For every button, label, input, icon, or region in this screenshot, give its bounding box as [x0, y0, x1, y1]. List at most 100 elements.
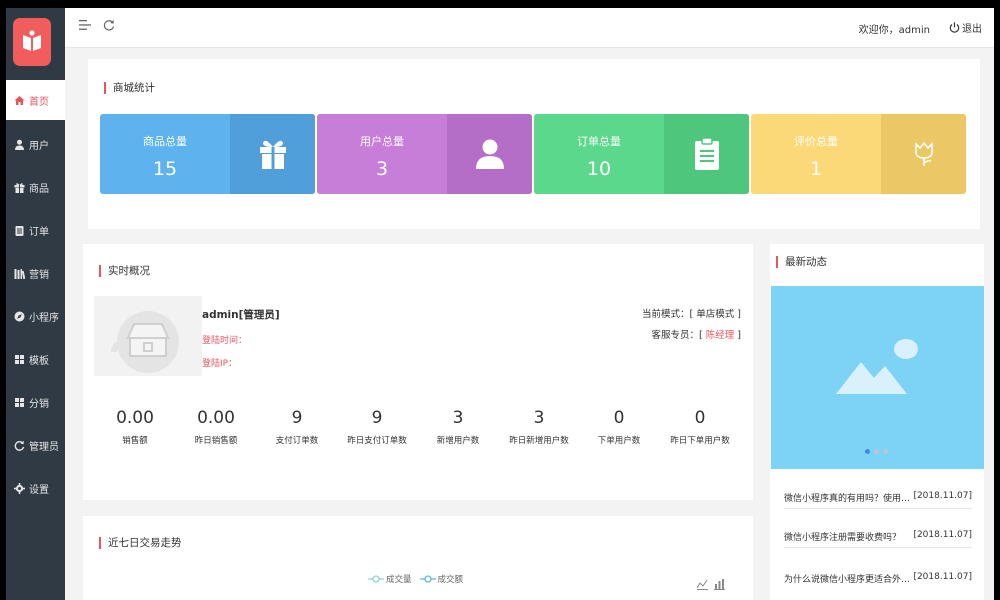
trend-legend: 成交量 成交额	[368, 573, 463, 585]
goods-total-card[interactable]: 商品总量 15	[100, 114, 315, 194]
gift-icon	[259, 140, 286, 169]
service-name-link[interactable]: 陈经理	[706, 330, 735, 341]
user-icon	[475, 139, 504, 169]
metric-value: 9	[291, 408, 303, 428]
service-label: 客服专员：[	[651, 330, 706, 341]
metric-yesterday-paid-orders: 9 昨日支付订单数	[337, 408, 417, 446]
metric-yesterday-ordering-users: 0 昨日下单用户数	[660, 408, 740, 446]
news-item[interactable]: 为什么说微信小程序更适合外卖行业 [2018.11.07]	[784, 568, 972, 590]
line-chart-toggle-icon[interactable]	[696, 575, 708, 594]
metric-value: 0.00	[197, 408, 235, 428]
users-total-card[interactable]: 用户总量 3	[317, 114, 532, 194]
news-item-title: 微信小程序真的有用吗？使用小程序的好处	[784, 494, 916, 504]
book-icon	[23, 30, 41, 51]
tulip-icon	[914, 141, 933, 166]
news-item-date: [2018.11.07]	[913, 572, 972, 582]
carousel-dot[interactable]	[883, 449, 888, 454]
metric-label: 新增用户数	[436, 436, 480, 446]
metric-yesterday-new-users: 3 昨日新增用户数	[499, 408, 579, 446]
news-item[interactable]: 微信小程序注册需要收费吗？ [2018.11.07]	[784, 526, 972, 548]
sidebar-item-orders[interactable]: 订单	[6, 210, 65, 250]
carousel-dot[interactable]	[874, 449, 879, 454]
metric-label: 支付订单数	[275, 436, 319, 446]
overview-title: 实时概况	[99, 265, 150, 277]
sidebar-item-home[interactable]: 首页	[6, 80, 65, 120]
sidebar-item-goods[interactable]: 商品	[6, 167, 65, 207]
metric-label: 昨日支付订单数	[347, 436, 407, 446]
power-icon	[949, 22, 960, 33]
metric-label: 昨日下单用户数	[670, 436, 730, 446]
metric-label: 销售额	[122, 436, 148, 446]
bar-chart-toggle-icon[interactable]	[714, 575, 725, 594]
grid-icon	[13, 396, 25, 408]
compass-icon	[13, 310, 25, 322]
orders-total-card[interactable]: 订单总量 10	[534, 114, 749, 194]
gift-icon	[13, 181, 25, 193]
sidebar-item-label: 商品	[29, 183, 49, 195]
legend-item-volume[interactable]: 成交量	[368, 573, 412, 585]
app-logo[interactable]	[13, 18, 51, 66]
sidebar-item-admin[interactable]: 管理员	[6, 425, 65, 465]
news-item[interactable]: 微信小程序真的有用吗？使用小程序的好处 [2018.11.07]	[784, 487, 972, 509]
metric-label: 下单用户数	[597, 436, 641, 446]
metric-paid-orders: 9 支付订单数	[257, 408, 337, 446]
sidebar-item-marketing[interactable]: 营销	[6, 253, 65, 293]
sidebar-item-label: 设置	[29, 484, 49, 496]
news-title: 最新动态	[776, 256, 827, 268]
legend-line-icon	[419, 575, 436, 583]
metric-value: 3	[452, 408, 464, 428]
news-item-date: [2018.11.07]	[913, 491, 972, 501]
customer-service: 客服专员：[ 陈经理 ]	[652, 327, 741, 341]
metric-value: 0	[694, 408, 706, 428]
sidebar-item-label: 首页	[29, 96, 49, 108]
gear-icon	[13, 482, 25, 494]
sidebar-item-label: 管理员	[29, 441, 59, 453]
news-item-title: 微信小程序注册需要收费吗？	[784, 533, 902, 543]
sidebar-item-label: 用户	[29, 140, 49, 152]
legend-label: 成交额	[437, 575, 464, 585]
logout-label: 退出	[962, 24, 982, 35]
sidebar-item-label: 营销	[29, 269, 49, 281]
reviews-total-card[interactable]: 评价总量 1	[751, 114, 966, 194]
refresh-icon	[13, 439, 25, 451]
card-label: 订单总量	[577, 135, 621, 148]
sidebar-item-settings[interactable]: 设置	[6, 468, 65, 508]
metric-value: 3	[533, 408, 545, 428]
sidebar-item-label: 小程序	[29, 312, 59, 324]
metric-new-users: 3 新增用户数	[418, 408, 498, 446]
sidebar-item-distribution[interactable]: 分销	[6, 382, 65, 422]
news-item-date: [2018.11.07]	[913, 530, 972, 540]
books-icon	[13, 267, 25, 279]
news-item-title: 为什么说微信小程序更适合外卖行业	[784, 575, 916, 585]
card-label: 用户总量	[360, 135, 404, 148]
top-bar: 欢迎你，admin 退出	[65, 8, 994, 48]
home-icon	[13, 94, 25, 106]
logout-button[interactable]: 退出	[949, 20, 982, 35]
welcome-text: 欢迎你，admin	[858, 25, 930, 36]
account-name: admin[管理员]	[202, 309, 280, 321]
sidebar-item-miniprogram[interactable]: 小程序	[6, 296, 65, 336]
sidebar-item-label: 订单	[29, 226, 49, 238]
sidebar-item-user[interactable]: 用户	[6, 124, 65, 164]
trend-panel	[83, 516, 753, 600]
card-label: 商品总量	[143, 135, 187, 148]
menu-toggle-icon[interactable]	[79, 19, 91, 35]
card-value: 15	[152, 158, 178, 180]
trend-title: 近七日交易走势	[99, 537, 182, 549]
legend-item-amount[interactable]: 成交额	[419, 573, 464, 585]
grid-icon	[13, 353, 25, 365]
card-value: 10	[586, 158, 612, 180]
card-label: 评价总量	[794, 135, 838, 148]
carousel-dot[interactable]	[865, 449, 870, 454]
news-banner[interactable]	[771, 286, 984, 469]
metric-yesterday-sales: 0.00 昨日销售额	[176, 408, 256, 446]
app-frame: 首页 用户 商品 订单 营销 小程序 模板 分销 管理员 设置 欢迎你，admi…	[6, 8, 994, 600]
card-value: 3	[375, 158, 389, 180]
metric-value: 0.00	[116, 408, 154, 428]
login-time-label: 登陆时间：	[202, 336, 248, 346]
sidebar: 首页 用户 商品 订单 营销 小程序 模板 分销 管理员 设置	[6, 8, 65, 600]
sidebar-item-template[interactable]: 模板	[6, 339, 65, 379]
store-mode: 当前模式：[ 单店模式 ]	[642, 309, 741, 320]
refresh-icon[interactable]	[103, 19, 115, 35]
legend-label: 成交量	[386, 575, 412, 585]
